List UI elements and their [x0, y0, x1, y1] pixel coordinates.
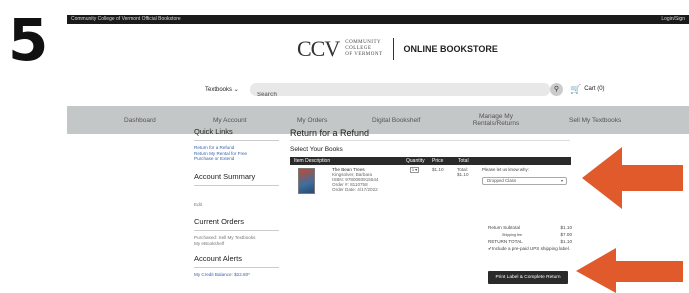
- arrow-pointer-reason: [582, 147, 683, 209]
- chevron-down-icon: ▾: [560, 178, 563, 183]
- book-details: The Bean Trees Kingsolver, Barbara ISBN:…: [332, 167, 379, 192]
- return-reason-select[interactable]: Dropped Class ▾: [482, 177, 567, 185]
- divider: [290, 140, 570, 141]
- shipping-row: Shipping fee $7.00: [502, 232, 572, 237]
- step-number: 5: [8, 6, 49, 74]
- search-icon[interactable]: ⚲: [550, 82, 563, 96]
- search-input[interactable]: [250, 88, 490, 101]
- topbar-store-name: Community College of Vermont Official Bo…: [71, 16, 181, 22]
- shipping-label-checkbox[interactable]: ✔Include a pre-paid UPS shipping label.: [488, 246, 572, 251]
- table-header: Item Description Quantity Price Total: [290, 157, 571, 165]
- page-title: Return for a Refund: [290, 128, 370, 138]
- chevron-down-icon: ⌄: [233, 86, 239, 93]
- search-bar: ⚲: [250, 82, 563, 101]
- cart-icon: 🛒: [570, 83, 582, 94]
- current-order-line: My eBookshelf: [194, 240, 225, 246]
- section-subtitle: Select Your Books: [290, 146, 343, 153]
- cart-link[interactable]: 🛒 Cart (0): [570, 84, 605, 95]
- sidebar: Quick Links Return for a Refund Return M…: [194, 127, 279, 278]
- store-title: ONLINE BOOKSTORE: [403, 44, 498, 54]
- col-item-description: Item Description: [294, 158, 331, 164]
- subtotal-row: Return Subtotal $1.10: [488, 225, 572, 230]
- table-row: The Bean Trees Kingsolver, Barbara ISBN:…: [290, 167, 571, 205]
- divider: [194, 267, 279, 268]
- college-name: COMMUNITY COLLEGE OF VERMONT: [345, 40, 383, 57]
- divider: [194, 140, 279, 141]
- top-bar: Community College of Vermont Official Bo…: [67, 15, 689, 24]
- col-price: Price: [432, 158, 444, 164]
- print-label-button[interactable]: Print Label & Complete Return: [488, 271, 568, 284]
- arrow-pointer-print: [576, 248, 683, 293]
- book-price: $1.10: [432, 167, 444, 172]
- divider: [194, 184, 279, 186]
- current-orders-title: Current Orders: [194, 217, 245, 226]
- account-alerts-title: Account Alerts: [194, 254, 242, 263]
- col-quantity: Quantity: [406, 158, 425, 164]
- credit-balance: My Credit Balance: $22.80*: [194, 272, 250, 277]
- search-row: Textbooks ⌄ ⚲ 🛒 Cart (0): [205, 82, 605, 101]
- return-total-row: RETURN TOTAL $1.10: [488, 239, 572, 244]
- quantity-select[interactable]: 1 ▾: [410, 167, 419, 173]
- book-order-date: Order Date: 4/17/2022: [332, 187, 378, 192]
- nav-sell-textbooks[interactable]: Sell My Textbooks: [569, 106, 621, 134]
- reason-prompt: Please let us know why:: [482, 167, 529, 172]
- textbooks-dropdown[interactable]: Textbooks ⌄: [205, 86, 245, 93]
- book-total: Total: $1.10: [457, 167, 469, 177]
- return-summary: Return Subtotal $1.10 Shipping fee $7.00 R…: [488, 224, 572, 251]
- link-purchase-extend[interactable]: Purchase or Extend: [194, 156, 279, 162]
- cart-label: Cart (0): [584, 86, 605, 92]
- col-total: Total: [458, 158, 469, 164]
- brand-divider: [392, 38, 394, 60]
- divider: [194, 230, 279, 231]
- nav-dashboard[interactable]: Dashboard: [124, 106, 156, 134]
- return-panel: Return for a Refund Select Your Books: [290, 128, 570, 153]
- brand-header[interactable]: CCV COMMUNITY COLLEGE OF VERMONT ONLINE …: [297, 37, 498, 61]
- account-summary-title: Account Summary: [194, 171, 256, 181]
- login-link[interactable]: Login/Sign: [661, 15, 685, 24]
- ccv-logo: CCV: [297, 36, 340, 61]
- book-cover: [298, 168, 315, 194]
- edit-link[interactable]: Edit: [194, 202, 279, 208]
- quick-links-title: Quick Links: [194, 127, 233, 136]
